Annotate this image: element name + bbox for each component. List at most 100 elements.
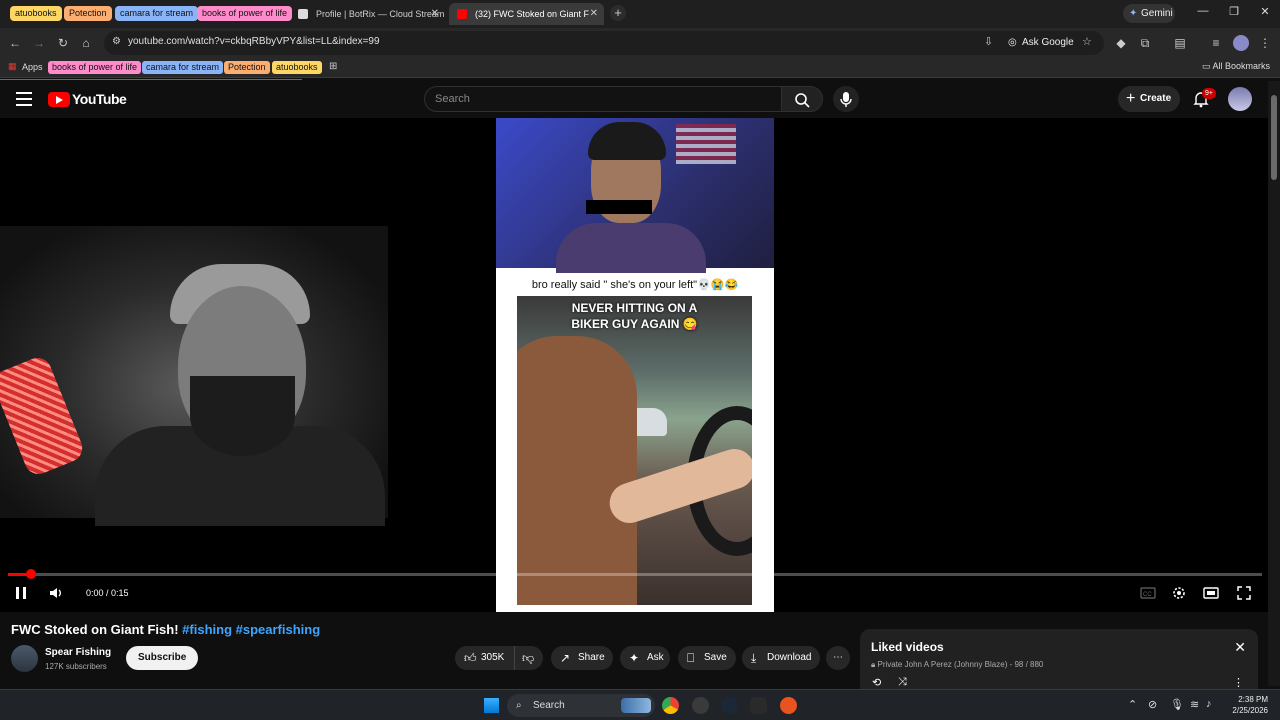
scrubber-handle[interactable] bbox=[25, 569, 36, 579]
pause-button[interactable] bbox=[14, 585, 28, 601]
tab-groups-icon[interactable]: ⊞ bbox=[329, 61, 337, 72]
playlist-title[interactable]: Liked videos bbox=[871, 640, 944, 654]
video-player[interactable]: bro really said " she's on your left"💀😭😂… bbox=[0, 118, 1268, 612]
bookmark-apps[interactable]: Apps bbox=[18, 61, 47, 74]
channel-avatar[interactable] bbox=[11, 645, 38, 672]
home-icon[interactable]: ⌂ bbox=[78, 35, 94, 51]
address-bar[interactable]: ⚙ youtube.com/watch?v=ckbqRBbyVPY&list=L… bbox=[104, 31, 1104, 55]
all-bookmarks-button[interactable]: ▭ All Bookmarks bbox=[1202, 61, 1270, 72]
extension-icon[interactable]: ◆ bbox=[1113, 35, 1129, 51]
extensions-puzzle-icon[interactable]: ⧉ bbox=[1137, 35, 1153, 51]
create-button[interactable]: + Create bbox=[1118, 86, 1180, 112]
menu-kebab-icon[interactable]: ⋮ bbox=[1257, 35, 1273, 51]
captions-button[interactable]: CC bbox=[1140, 585, 1156, 601]
voice-search-button[interactable] bbox=[833, 86, 859, 112]
gemini-button[interactable]: ✦ Gemini bbox=[1123, 4, 1175, 23]
tab-group-camara-for-stream[interactable]: camara for stream bbox=[115, 6, 199, 21]
steam-taskbar-icon[interactable] bbox=[721, 697, 738, 714]
tab-youtube[interactable]: (32) FWC Stoked on Giant F ✕ bbox=[449, 3, 604, 25]
page-scrollbar[interactable] bbox=[1268, 81, 1280, 686]
new-tab-button[interactable]: + bbox=[610, 5, 626, 21]
playlist-menu-icon[interactable]: ⋮ bbox=[1233, 676, 1244, 689]
deal-with-it-sunglasses bbox=[586, 200, 652, 214]
youtube-logo-icon[interactable] bbox=[48, 92, 70, 107]
tab-title: (32) FWC Stoked on Giant F bbox=[475, 9, 590, 19]
overlay-line-1: NEVER HITTING ON A bbox=[571, 301, 698, 315]
install-app-icon[interactable]: ⇩ bbox=[984, 35, 993, 48]
mic-tray-icon[interactable]: 🎙︎ bbox=[1170, 698, 1184, 711]
origin-taskbar-icon[interactable] bbox=[780, 697, 797, 714]
obs-taskbar-icon[interactable] bbox=[692, 697, 709, 714]
dislike-button[interactable]: 👎︎ bbox=[515, 646, 543, 670]
search-highlight-image bbox=[621, 698, 651, 713]
search-button[interactable] bbox=[781, 86, 823, 112]
shuffle-icon[interactable]: ⤨ bbox=[898, 676, 907, 689]
video-hashtags[interactable]: #fishing #spearfishing bbox=[182, 622, 320, 637]
ask-button[interactable]: ✦ Ask bbox=[620, 646, 670, 670]
tab-group-atuobooks[interactable]: atuobooks bbox=[10, 6, 62, 21]
close-tab-icon[interactable]: ✕ bbox=[590, 3, 598, 25]
chrome-taskbar-icon[interactable] bbox=[662, 697, 679, 714]
restore-icon[interactable]: ❐ bbox=[1224, 5, 1244, 18]
tab-botrix[interactable]: Profile | BotRix — Cloud Stream ✕ bbox=[290, 3, 445, 25]
settings-button[interactable] bbox=[1171, 585, 1187, 601]
fullscreen-button[interactable] bbox=[1236, 585, 1252, 601]
url-text[interactable]: youtube.com/watch?v=ckbqRBbyVPY&list=LL&… bbox=[128, 36, 380, 47]
theater-mode-icon bbox=[1203, 587, 1219, 599]
save-button[interactable]: ⎕ Save bbox=[678, 646, 736, 670]
wifi-icon[interactable]: ≋ bbox=[1190, 698, 1199, 711]
taskbar-clock[interactable]: 2:38 PM 2/25/2026 bbox=[1232, 694, 1268, 716]
ask-google-button[interactable]: ◎ Ask Google bbox=[1008, 35, 1074, 51]
close-window-icon[interactable]: ✕ bbox=[1255, 5, 1275, 18]
tray-chevron-icon[interactable]: ⌃ bbox=[1128, 698, 1137, 711]
minimize-icon[interactable]: — bbox=[1193, 5, 1213, 17]
subscribe-button[interactable]: Subscribe bbox=[126, 646, 199, 670]
channel-name[interactable]: Spear Fishing bbox=[45, 647, 111, 658]
epic-games-taskbar-icon[interactable] bbox=[750, 697, 767, 714]
download-button[interactable]: ⤓ Download bbox=[742, 646, 820, 670]
overlay-line-2: BIKER GUY AGAIN 😋 bbox=[571, 317, 698, 331]
volume-button[interactable] bbox=[48, 585, 64, 601]
hamburger-menu-icon[interactable] bbox=[16, 92, 32, 106]
short-caption: bro really said " she's on your left"💀😭😂 bbox=[531, 279, 739, 291]
video-title: FWC Stoked on Giant Fish! #fishing #spea… bbox=[11, 622, 320, 637]
theater-mode-button[interactable] bbox=[1203, 585, 1219, 601]
bookmark-camara-for-stream[interactable]: camara for stream bbox=[142, 61, 224, 74]
download-label: Download bbox=[767, 652, 812, 663]
tab-group-books-of-power-of-life[interactable]: books of power of life bbox=[197, 6, 293, 21]
speaker-icon[interactable]: ♪ bbox=[1206, 698, 1212, 710]
forward-icon[interactable]: → bbox=[31, 35, 47, 51]
lens-icon: ◎ bbox=[1008, 37, 1017, 48]
windows-start-icon[interactable] bbox=[484, 698, 499, 713]
site-info-icon[interactable]: ⚙ bbox=[112, 36, 121, 47]
share-button[interactable]: ↗ Share bbox=[551, 646, 613, 670]
media-control-icon[interactable]: ≡ bbox=[1208, 35, 1224, 51]
account-avatar[interactable] bbox=[1228, 87, 1252, 111]
ask-label: Ask bbox=[647, 652, 664, 663]
scrollbar-thumb[interactable] bbox=[1271, 95, 1277, 180]
bookmark-books-of-power-of-life[interactable]: books of power of life bbox=[48, 61, 142, 74]
tab-group-potection[interactable]: Potection bbox=[64, 6, 112, 21]
back-icon[interactable]: ← bbox=[7, 35, 23, 51]
close-playlist-icon[interactable]: ✕ bbox=[1234, 639, 1246, 656]
reload-icon[interactable]: ↻ bbox=[55, 35, 71, 51]
car-clip bbox=[517, 296, 752, 605]
bookmark-star-icon[interactable]: ☆ bbox=[1082, 35, 1092, 48]
youtube-header: YouTube Search + Create 9+ bbox=[0, 80, 1280, 118]
thumbs-up-icon: 👍︎ bbox=[464, 651, 477, 665]
youtube-logo-text[interactable]: YouTube bbox=[72, 91, 127, 107]
video-progress-bar[interactable] bbox=[8, 569, 1262, 579]
close-tab-icon[interactable]: ✕ bbox=[431, 3, 439, 25]
playlist-panel: Liked videos 🔒︎ Private John A Perez (Jo… bbox=[860, 629, 1258, 689]
like-button[interactable]: 👍︎ 305K bbox=[455, 646, 515, 670]
microphone-icon bbox=[840, 92, 852, 107]
bookmark-atuobooks[interactable]: atuobooks bbox=[272, 61, 322, 74]
side-panel-icon[interactable]: ▤ bbox=[1172, 35, 1188, 51]
network-off-icon[interactable]: ⊘ bbox=[1148, 698, 1157, 711]
profile-avatar-icon[interactable] bbox=[1233, 35, 1249, 51]
bookmark-potection[interactable]: Potection bbox=[224, 61, 270, 74]
loop-icon[interactable]: ⟲ bbox=[872, 676, 881, 689]
taskbar-search[interactable]: ⌕ Search bbox=[507, 694, 655, 717]
more-actions-button[interactable]: ⋯ bbox=[826, 646, 850, 670]
search-input[interactable]: Search bbox=[424, 86, 782, 112]
